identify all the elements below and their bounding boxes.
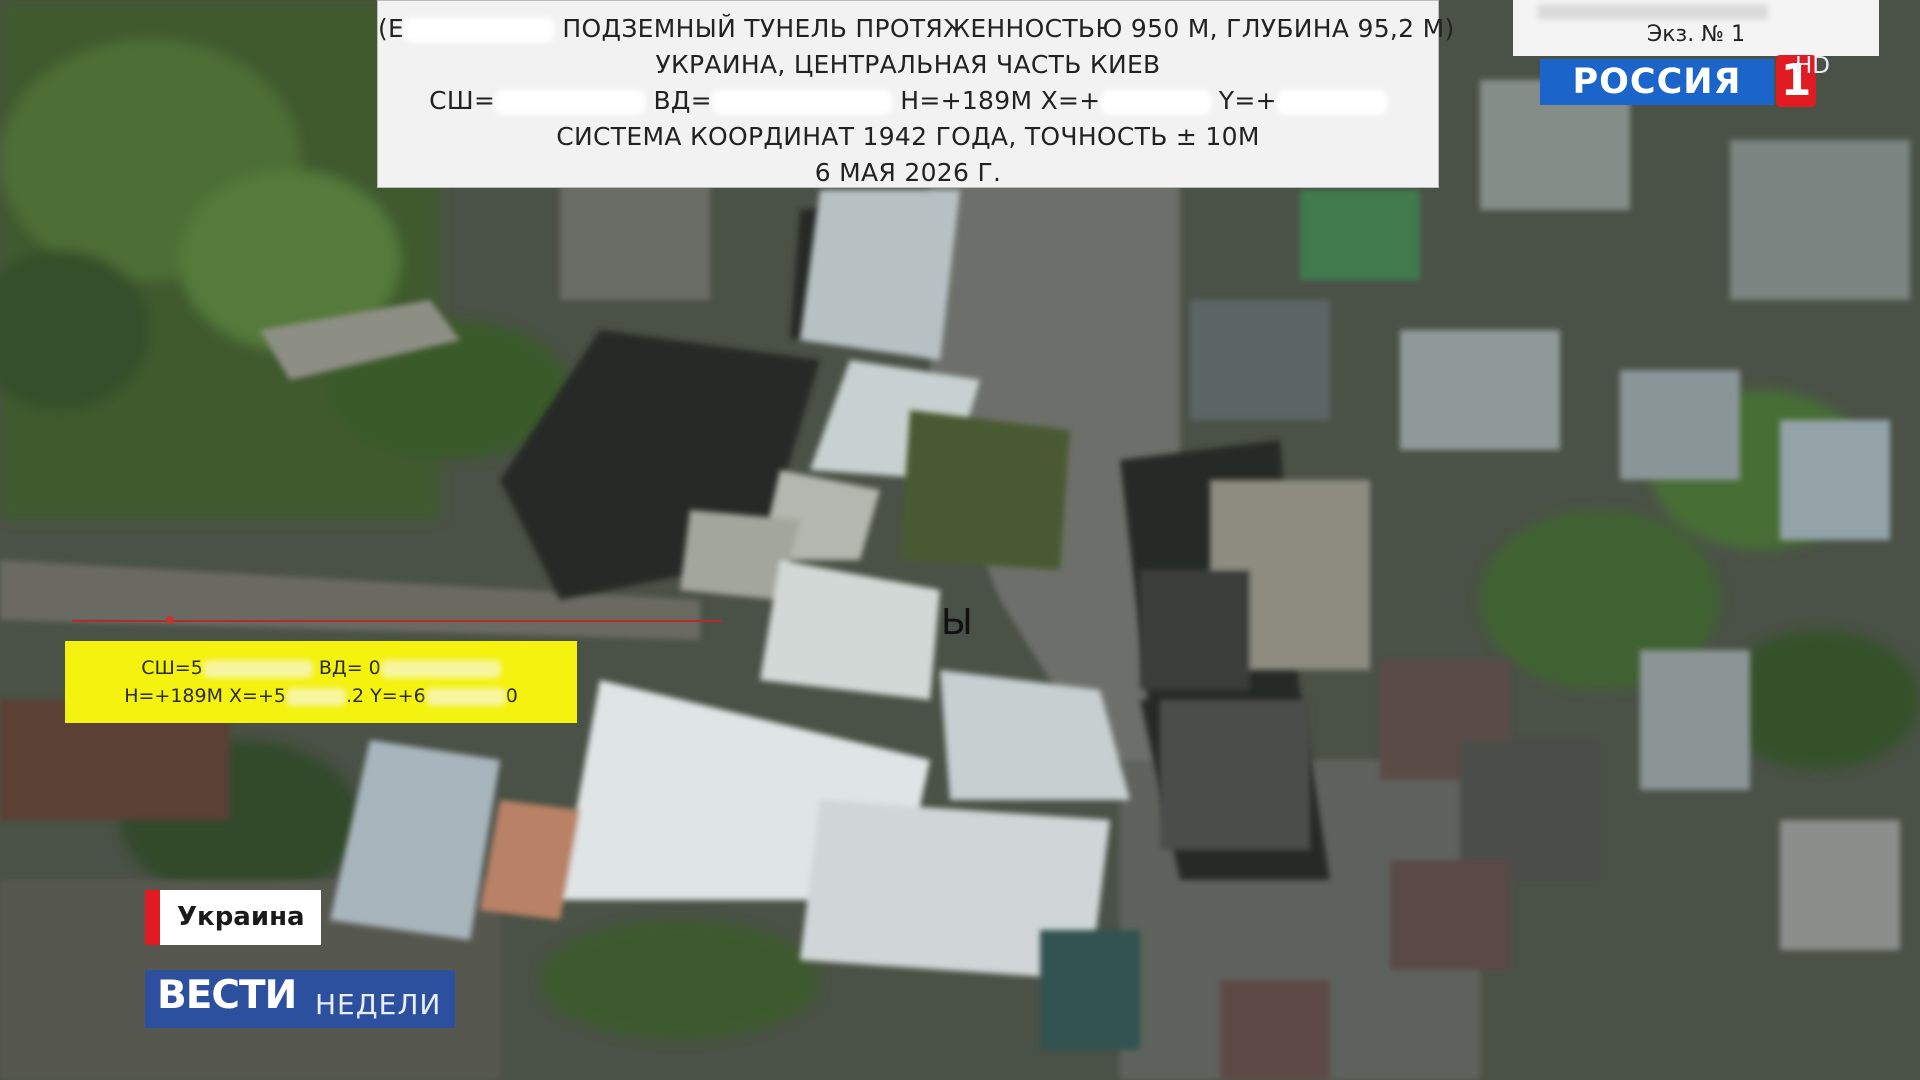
callout-lon: ВД= 0 bbox=[318, 657, 381, 679]
program-title: ВЕСТИ bbox=[157, 973, 297, 1018]
header-line-tunnel: (Е ПОДЗЕМНЫЙ ТУНЕЛЬ ПРОТЯЖЕННОСТЬЮ 950 М… bbox=[378, 11, 1454, 47]
callout-lat: СШ=5 bbox=[141, 657, 203, 679]
coordinates-callout: СШ=5 ВД= 0 Н=+189М Х=+5 .2 Y=+6 0 bbox=[65, 641, 577, 723]
location-label: Украина bbox=[177, 902, 305, 932]
redaction-blur bbox=[712, 90, 892, 114]
callout-y: .2 Y=+6 bbox=[345, 685, 426, 707]
header-line1-text: ПОДЗЕМНЫЙ ТУНЕЛЬ ПРОТЯЖЕННОСТЬЮ 950 М, Г… bbox=[562, 14, 1455, 43]
redaction-blur bbox=[404, 18, 555, 42]
location-accent-bar bbox=[145, 890, 160, 945]
header-coord-lon: ВД= bbox=[653, 86, 712, 115]
header-coord-y: Y=+ bbox=[1218, 86, 1277, 115]
target-pointer-dot bbox=[166, 616, 174, 624]
redaction-blur bbox=[202, 659, 313, 678]
header-coord-height: Н=+189М Х=+ bbox=[900, 86, 1101, 115]
callout-line-latlon: СШ=5 ВД= 0 bbox=[65, 654, 577, 682]
header-line-coordinates: СШ= ВД= Н=+189М Х=+ Y=+ bbox=[378, 83, 1438, 119]
header-line-date: 6 МАЯ 2026 Г. bbox=[814, 158, 1002, 187]
report-header: (Е ПОДЗЕМНЫЙ ТУНЕЛЬ ПРОТЯЖЕННОСТЬЮ 950 М… bbox=[377, 0, 1454, 188]
map-marker-letter: Ы bbox=[941, 602, 973, 643]
redaction-blur bbox=[285, 687, 346, 706]
redaction-blur bbox=[495, 90, 646, 114]
header-line-location: УКРАИНА, ЦЕНТРАЛЬНАЯ ЧАСТЬ КИЕВ bbox=[655, 50, 1161, 79]
header-line1-prefix: (Е bbox=[378, 14, 405, 43]
redaction-blur bbox=[425, 687, 506, 706]
header-coord-lat: СШ= bbox=[429, 86, 496, 115]
program-subtitle: НЕДЕЛИ bbox=[315, 988, 442, 1021]
program-logo: ВЕСТИ НЕДЕЛИ bbox=[145, 970, 455, 1028]
copy-number-label: Экз. № 1 bbox=[1646, 22, 1746, 47]
callout-tail: 0 bbox=[505, 685, 518, 707]
callout-line-xy: Н=+189М Х=+5 .2 Y=+6 0 bbox=[65, 682, 577, 710]
redaction-blur bbox=[380, 659, 501, 678]
channel-name: РОССИЯ bbox=[1540, 59, 1774, 105]
redaction-blur bbox=[1538, 5, 1768, 19]
redaction-blur bbox=[1100, 90, 1211, 114]
header-line-system: СИСТЕМА КООРДИНАТ 1942 ГОДА, ТОЧНОСТЬ ± … bbox=[556, 122, 1260, 151]
channel-logo: РОССИЯ 1 HD bbox=[1540, 53, 1830, 109]
redaction-blur bbox=[1276, 90, 1387, 114]
callout-height-x: Н=+189М Х=+5 bbox=[124, 685, 286, 707]
location-lower-third: Украина bbox=[145, 890, 321, 945]
copy-number-box: Экз. № 1 bbox=[1513, 0, 1879, 56]
channel-hd-badge: HD bbox=[1794, 53, 1830, 79]
